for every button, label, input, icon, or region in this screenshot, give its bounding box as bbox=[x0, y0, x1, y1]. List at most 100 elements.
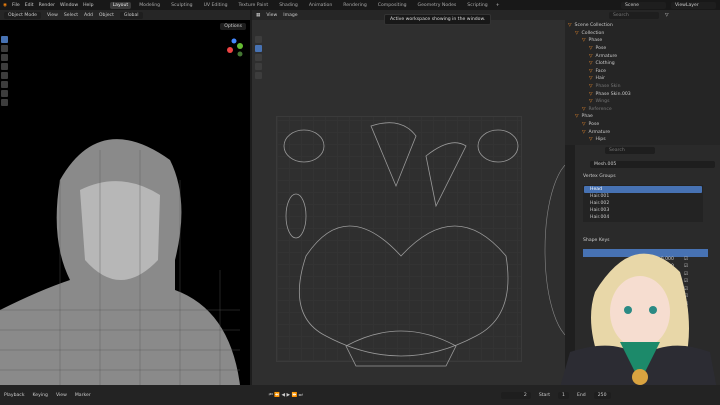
viewport-menu-view[interactable]: View bbox=[47, 13, 58, 18]
outliner-item-label: Face bbox=[595, 68, 606, 74]
vertex-group-item[interactable]: Head bbox=[584, 186, 702, 193]
add-workspace-button[interactable]: + bbox=[496, 3, 500, 8]
mesh-name-field[interactable]: Mesh.005 bbox=[590, 161, 715, 168]
tab-shading[interactable]: Shading bbox=[276, 2, 301, 9]
outliner-item-label: Collection bbox=[581, 30, 605, 36]
start-frame-field[interactable]: 1 bbox=[558, 391, 569, 399]
outliner-item[interactable]: ▽ Collection bbox=[565, 30, 720, 38]
tab-sculpting[interactable]: Sculpting bbox=[168, 2, 195, 9]
object-icon: ▽ bbox=[575, 114, 579, 120]
outliner-item[interactable]: ▽ Phae bbox=[565, 113, 720, 121]
menu-file[interactable]: File bbox=[12, 3, 20, 8]
vertex-group-item[interactable]: Hair.002 bbox=[584, 200, 702, 207]
annotate-tool-icon[interactable] bbox=[1, 90, 8, 97]
mode-selector[interactable]: Object Mode bbox=[4, 11, 41, 19]
tab-texture-paint[interactable]: Texture Paint bbox=[236, 2, 272, 9]
outliner-item[interactable]: ▽ Face bbox=[565, 68, 720, 76]
vtuber-avatar-overlay bbox=[555, 253, 720, 405]
transform-tool-icon[interactable] bbox=[1, 81, 8, 88]
timeline-menu-view[interactable]: View bbox=[56, 393, 67, 398]
navigation-gizmo[interactable] bbox=[220, 38, 248, 62]
outliner-item-label: Armature bbox=[588, 129, 611, 135]
object-icon: ▽ bbox=[589, 76, 593, 82]
end-frame-field[interactable]: 250 bbox=[593, 391, 611, 399]
uv-cursor-tool-icon[interactable] bbox=[255, 36, 262, 43]
outliner-item[interactable]: ▽ Clothing bbox=[565, 60, 720, 68]
scene-selector[interactable]: Scene bbox=[621, 1, 666, 9]
properties-search[interactable]: Search bbox=[605, 147, 655, 154]
orientation-selector[interactable]: Global bbox=[119, 11, 143, 19]
playback-controls[interactable]: ⏮ ⏪ ◀ ▶ ⏩ ⏭ bbox=[269, 392, 303, 398]
3d-viewport[interactable]: Options bbox=[0, 20, 250, 385]
options-button[interactable]: Options bbox=[220, 23, 246, 30]
vertex-group-item[interactable]: Hair.003 bbox=[584, 207, 702, 214]
outliner-item[interactable]: ▽ Pose bbox=[565, 45, 720, 53]
current-frame-field[interactable]: 2 bbox=[500, 391, 531, 399]
uv-scale-tool-icon[interactable] bbox=[255, 63, 262, 70]
outliner-item[interactable]: ▽ Phase bbox=[565, 37, 720, 45]
object-icon: ▽ bbox=[589, 46, 593, 52]
measure-tool-icon[interactable] bbox=[1, 99, 8, 106]
outliner-item[interactable]: ▽ Armature bbox=[565, 52, 720, 60]
tab-layout[interactable]: Layout bbox=[109, 1, 132, 9]
tab-modeling[interactable]: Modeling bbox=[136, 2, 163, 9]
outliner-item[interactable]: ▽ Phase Skin bbox=[565, 83, 720, 91]
uv-menu-image[interactable]: Image bbox=[283, 13, 297, 18]
uv-rotate-tool-icon[interactable] bbox=[255, 54, 262, 61]
outliner-item-label: Phase Skin bbox=[595, 84, 621, 90]
menu-edit[interactable]: Edit bbox=[25, 3, 34, 8]
rotate-tool-icon[interactable] bbox=[1, 63, 8, 70]
outliner-item[interactable]: ▽ Scene Collection bbox=[565, 22, 720, 30]
timeline-menu-keying[interactable]: Keying bbox=[33, 393, 48, 398]
move-tool-icon[interactable] bbox=[1, 54, 8, 61]
outliner-item[interactable]: ▽ Armature bbox=[565, 128, 720, 136]
tab-geometry-nodes[interactable]: Geometry Nodes bbox=[415, 2, 460, 9]
editor-type-icon[interactable]: ▦ bbox=[256, 13, 260, 18]
select-tool-icon[interactable] bbox=[1, 36, 8, 43]
uv-islands bbox=[283, 122, 519, 367]
object-icon: ▽ bbox=[589, 137, 593, 143]
uv-move-tool-icon[interactable] bbox=[255, 45, 262, 52]
outliner-item[interactable]: ▽ Reference bbox=[565, 106, 720, 114]
vertex-group-item[interactable]: Hair.001 bbox=[584, 193, 702, 200]
menu-window[interactable]: Window bbox=[60, 3, 78, 8]
blender-logo-icon[interactable]: ◉ bbox=[3, 3, 7, 8]
viewport-menu-select[interactable]: Select bbox=[64, 13, 78, 18]
tab-rendering[interactable]: Rendering bbox=[340, 2, 369, 9]
object-icon: ▽ bbox=[582, 106, 586, 112]
view-layer-selector[interactable]: ViewLayer bbox=[671, 1, 716, 9]
vertex-group-item[interactable]: Hair.004 bbox=[584, 214, 702, 221]
filter-icon[interactable]: ▽ bbox=[665, 13, 669, 18]
character-mesh-wireframe bbox=[0, 139, 240, 385]
viewport-menu-object[interactable]: Object bbox=[99, 13, 114, 18]
object-icon: ▽ bbox=[568, 23, 572, 29]
outliner-item[interactable]: ▽ Hair bbox=[565, 75, 720, 83]
object-icon: ▽ bbox=[589, 91, 593, 97]
cursor-tool-icon[interactable] bbox=[1, 45, 8, 52]
timeline-header: Playback Keying View Marker ⏮ ⏪ ◀ ▶ ⏩ ⏭ … bbox=[0, 385, 720, 405]
outliner-item-label: Phase Skin.003 bbox=[595, 91, 631, 97]
tab-animation[interactable]: Animation bbox=[306, 2, 335, 9]
object-icon: ▽ bbox=[575, 30, 579, 36]
outliner-item[interactable]: ▽ Pose bbox=[565, 121, 720, 129]
uv-menu-view[interactable]: View bbox=[266, 13, 277, 18]
workspace-tooltip: Active workspace showing in the window. bbox=[384, 14, 492, 25]
vertex-groups-panel-title[interactable]: Vertex Groups bbox=[583, 174, 616, 179]
scale-tool-icon[interactable] bbox=[1, 72, 8, 79]
uv-toolbar bbox=[254, 34, 264, 81]
outliner-item-label: Wings bbox=[595, 99, 610, 105]
tab-scripting[interactable]: Scripting bbox=[464, 2, 490, 9]
outliner-item[interactable]: ▽ Phase Skin.003 bbox=[565, 90, 720, 98]
viewport-menu-add[interactable]: Add bbox=[84, 13, 93, 18]
menu-render[interactable]: Render bbox=[39, 3, 55, 8]
uv-editor[interactable] bbox=[252, 20, 565, 385]
tab-uv-editing[interactable]: UV Editing bbox=[201, 2, 231, 9]
outliner-item[interactable]: ▽ Wings bbox=[565, 98, 720, 106]
menu-help[interactable]: Help bbox=[83, 3, 93, 8]
timeline-menu-playback[interactable]: Playback bbox=[4, 393, 25, 398]
outliner-item[interactable]: ▽ Hips bbox=[565, 136, 720, 144]
timeline-menu-marker[interactable]: Marker bbox=[75, 393, 91, 398]
outliner-search[interactable]: Search bbox=[609, 11, 659, 19]
tab-compositing[interactable]: Compositing bbox=[375, 2, 410, 9]
uv-grab-tool-icon[interactable] bbox=[255, 72, 262, 79]
